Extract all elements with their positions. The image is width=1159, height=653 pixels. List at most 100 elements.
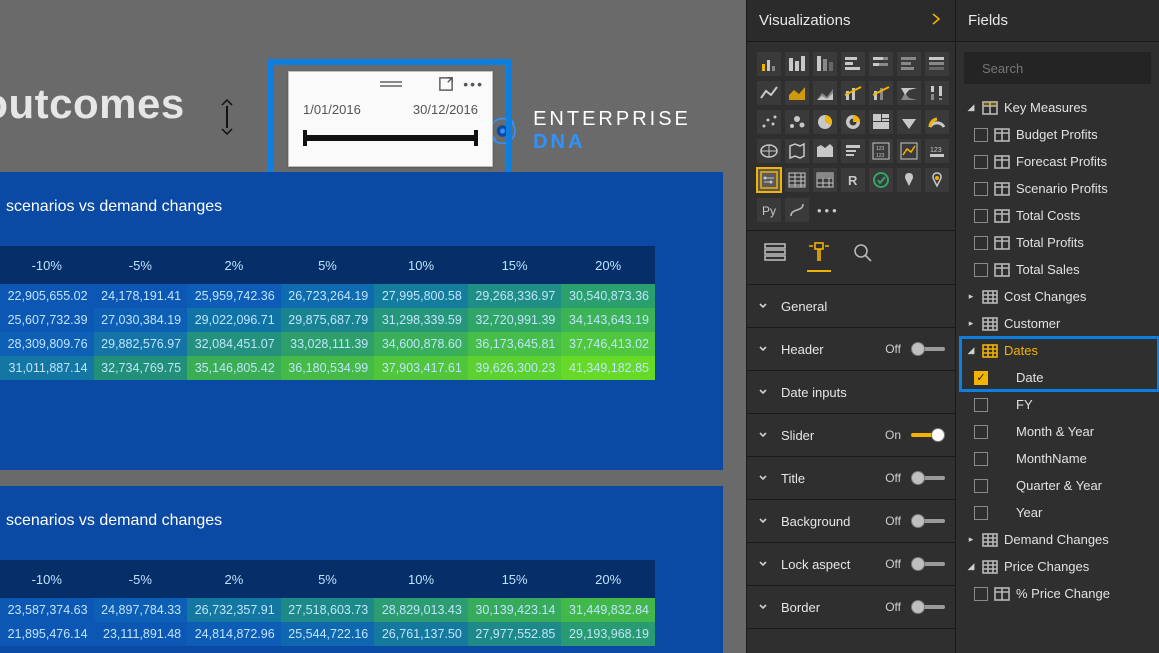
matrix-cell[interactable]: 31,298,339.59 [374, 308, 468, 332]
viz-type-btn-7[interactable] [757, 81, 781, 105]
field-forecast-profits[interactable]: Forecast Profits [960, 148, 1159, 175]
viz-type-btn-32[interactable] [869, 168, 893, 192]
viz-type-btn-8[interactable] [785, 81, 809, 105]
viz-type-btn-13[interactable] [925, 81, 949, 105]
viz-type-btn-4[interactable] [869, 52, 893, 76]
checkbox[interactable] [974, 182, 988, 196]
matrix-cell[interactable]: 36,180,534.99 [281, 356, 375, 380]
field-scenario-profits[interactable]: Scenario Profits [960, 175, 1159, 202]
slicer-start-date[interactable]: 1/01/2016 [303, 102, 361, 117]
viz-type-btn-6[interactable] [925, 52, 949, 76]
viz-type-btn-30[interactable] [813, 168, 837, 192]
matrix-cell[interactable]: 27,995,800.58 [374, 284, 468, 308]
matrix-cell[interactable]: 30,540,873.36 [561, 284, 655, 308]
fields-search[interactable] [964, 52, 1151, 84]
viz-type-btn-16[interactable] [813, 110, 837, 134]
matrix-cell[interactable]: 32,084,451.07 [187, 332, 281, 356]
matrix-col-header[interactable]: 10% [374, 246, 468, 284]
slider-handle-start[interactable] [303, 130, 307, 146]
checkbox-year[interactable] [974, 506, 988, 520]
checkbox[interactable] [974, 128, 988, 142]
matrix-cell[interactable]: 34,600,878.60 [374, 332, 468, 356]
matrix-cell[interactable]: 32,720,991.39 [468, 308, 562, 332]
toggle-title[interactable] [911, 471, 945, 485]
viz-type-btn-19[interactable] [897, 110, 921, 134]
checkbox[interactable] [974, 155, 988, 169]
matrix-col-header[interactable]: 15% [468, 560, 562, 598]
matrix-cell[interactable]: 41,349,182.85 [561, 356, 655, 380]
visual-more-icon[interactable]: ••• [463, 80, 484, 88]
matrix-cell[interactable]: 29,193,968.19 [561, 622, 655, 646]
matrix-cell[interactable]: 31,011,887.14 [0, 356, 94, 380]
format-header[interactable]: Header Off [747, 328, 955, 371]
viz-type-btn-25[interactable]: 123123 [869, 139, 893, 163]
tab-fields[interactable] [763, 241, 787, 272]
format-general[interactable]: General [747, 285, 955, 328]
checkbox-fy[interactable] [974, 398, 988, 412]
matrix-cell[interactable]: 32,734,769.75 [94, 356, 188, 380]
viz-type-btn-15[interactable] [785, 110, 809, 134]
matrix-cell[interactable]: 36,173,645.81 [468, 332, 562, 356]
matrix-col-header[interactable]: 20% [561, 246, 655, 284]
viz-type-btn-21[interactable] [757, 139, 781, 163]
matrix-cell[interactable]: 29,875,687.79 [281, 308, 375, 332]
matrix-cell[interactable]: 24,178,191.41 [94, 284, 188, 308]
toggle-header[interactable] [911, 342, 945, 356]
field-date[interactable]: ✓ Date [960, 364, 1159, 391]
checkbox-quarter-year[interactable] [974, 479, 988, 493]
viz-type-btn-2[interactable] [813, 52, 837, 76]
collapse-pane-icon[interactable] [929, 12, 943, 29]
matrix-cell[interactable]: 31,449,832.84 [561, 598, 655, 622]
matrix-cell[interactable]: 33,028,111.39 [281, 332, 375, 356]
drag-handle-icon[interactable] [380, 81, 402, 87]
toggle-slider[interactable] [911, 428, 945, 442]
matrix-cell[interactable]: 37,746,413.02 [561, 332, 655, 356]
format-lock-aspect[interactable]: Lock aspect Off [747, 543, 955, 586]
viz-type-btn-34[interactable] [925, 168, 949, 192]
field-total-sales[interactable]: Total Sales [960, 256, 1159, 283]
matrix-cell[interactable]: 29,268,336.97 [468, 284, 562, 308]
viz-type-btn-9[interactable] [813, 81, 837, 105]
viz-type-btn-11[interactable] [869, 81, 893, 105]
matrix-cell[interactable]: 25,544,722.16 [281, 622, 375, 646]
matrix-cell[interactable]: 26,732,357.91 [187, 598, 281, 622]
viz-type-btn-18[interactable] [869, 110, 893, 134]
matrix-cell[interactable]: 23,587,374.63 [0, 598, 94, 622]
viz-type-btn-20[interactable] [925, 110, 949, 134]
viz-type-btn-28[interactable] [757, 168, 781, 192]
format-date-inputs[interactable]: Date inputs [747, 371, 955, 414]
viz-type-btn-14[interactable] [757, 110, 781, 134]
field-total-costs[interactable]: Total Costs [960, 202, 1159, 229]
table-cost-changes[interactable]: ▸ Cost Changes [960, 283, 1159, 310]
matrix-cell[interactable]: 26,723,264.19 [281, 284, 375, 308]
matrix-col-header[interactable]: 5% [281, 246, 375, 284]
viz-type-btn-17[interactable] [841, 110, 865, 134]
matrix-col-header[interactable]: 15% [468, 246, 562, 284]
matrix-col-header[interactable]: 2% [187, 560, 281, 598]
matrix-cell[interactable]: 24,814,872.96 [187, 622, 281, 646]
tab-analytics[interactable] [851, 241, 875, 272]
field-quarter-year[interactable]: Quarter & Year [960, 472, 1159, 499]
matrix-cell[interactable]: 25,607,732.39 [0, 308, 94, 332]
format-border[interactable]: Border Off [747, 586, 955, 629]
viz-type-btn-12[interactable] [897, 81, 921, 105]
viz-type-btn-10[interactable] [841, 81, 865, 105]
viz-type-btn-33[interactable] [897, 168, 921, 192]
viz-type-btn-1[interactable] [785, 52, 809, 76]
matrix-col-header[interactable]: -5% [94, 246, 188, 284]
viz-type-btn-22[interactable] [785, 139, 809, 163]
matrix-cell[interactable]: 39,626,300.23 [468, 356, 562, 380]
tab-format[interactable] [807, 241, 831, 272]
toggle-background[interactable] [911, 514, 945, 528]
matrix-cell[interactable]: 25,959,742.36 [187, 284, 281, 308]
checkbox-monthname[interactable] [974, 452, 988, 466]
table-dates[interactable]: ◢ Dates [960, 337, 1159, 364]
matrix-cell[interactable]: 30,139,423.14 [468, 598, 562, 622]
table-key-measures[interactable]: ◢ Key Measures [960, 94, 1159, 121]
viz-type-btn-3[interactable] [841, 52, 865, 76]
matrix-cell[interactable]: 34,143,643.19 [561, 308, 655, 332]
slider-handle-end[interactable] [474, 130, 478, 146]
matrix-cell[interactable]: 26,761,137.50 [374, 622, 468, 646]
viz-type-btn-26[interactable] [897, 139, 921, 163]
checkbox-date[interactable]: ✓ [974, 371, 988, 385]
